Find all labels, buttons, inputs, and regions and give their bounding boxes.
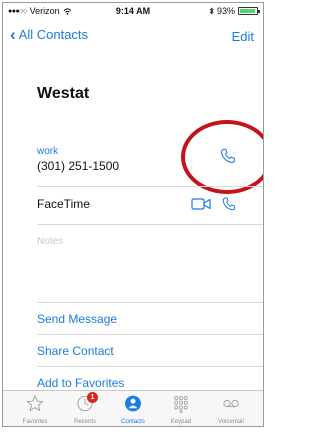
divider bbox=[37, 366, 263, 367]
annotation-circle bbox=[181, 120, 263, 194]
battery-percent: 93% bbox=[216, 6, 235, 16]
keypad-icon bbox=[174, 396, 188, 413]
tab-contacts[interactable]: Contacts bbox=[109, 391, 157, 426]
screen: ●●●○○ Verizon 9:14 AM 93% ‹ All Contacts… bbox=[2, 2, 264, 427]
battery-fill bbox=[240, 9, 255, 13]
voicemail-icon bbox=[223, 399, 239, 408]
divider bbox=[37, 224, 263, 225]
notes-field[interactable]: Notes bbox=[37, 236, 63, 247]
tab-label: Voicemail bbox=[218, 419, 244, 425]
divider bbox=[37, 186, 263, 187]
tab-label: Keypad bbox=[170, 419, 192, 425]
add-to-favorites-button[interactable]: Add to Favorites bbox=[37, 376, 124, 390]
status-bar: ●●●○○ Verizon 9:14 AM 93% bbox=[3, 3, 263, 21]
video-camera-icon[interactable] bbox=[191, 197, 211, 211]
tab-keypad[interactable]: Keypad bbox=[157, 391, 205, 426]
status-right: 93% bbox=[209, 6, 260, 16]
star-icon bbox=[26, 395, 44, 412]
edit-button[interactable]: Edit bbox=[232, 29, 254, 44]
back-button[interactable]: ‹ All Contacts bbox=[10, 26, 88, 43]
facetime-label: FaceTime bbox=[37, 197, 90, 211]
facetime-audio-icon[interactable] bbox=[221, 196, 237, 212]
bluetooth-icon bbox=[209, 7, 214, 15]
nav-bar: ‹ All Contacts Edit bbox=[3, 21, 263, 49]
badge: 1 bbox=[87, 392, 98, 403]
tab-label: Contacts bbox=[121, 419, 145, 425]
share-contact-button[interactable]: Share Contact bbox=[37, 344, 114, 358]
battery-icon bbox=[238, 7, 260, 15]
contact-name: Westat bbox=[37, 85, 90, 102]
tab-voicemail[interactable]: Voicemail bbox=[207, 391, 255, 426]
divider bbox=[37, 334, 263, 335]
phone-label: work bbox=[37, 146, 59, 157]
divider bbox=[37, 302, 263, 303]
tab-label: Favorites bbox=[22, 419, 48, 425]
tab-favorites[interactable]: Favorites bbox=[11, 391, 59, 426]
tab-recents[interactable]: 1 Recents bbox=[61, 391, 109, 426]
chevron-left-icon: ‹ bbox=[10, 25, 16, 44]
tab-bar: Favorites 1 Recents Contacts Keypad Voic… bbox=[3, 390, 263, 426]
phone-number[interactable]: (301) 251-1500 bbox=[37, 159, 119, 173]
person-icon bbox=[125, 395, 141, 412]
tab-label: Recents bbox=[73, 419, 96, 425]
back-label: All Contacts bbox=[18, 27, 89, 42]
send-message-button[interactable]: Send Message bbox=[37, 312, 117, 326]
